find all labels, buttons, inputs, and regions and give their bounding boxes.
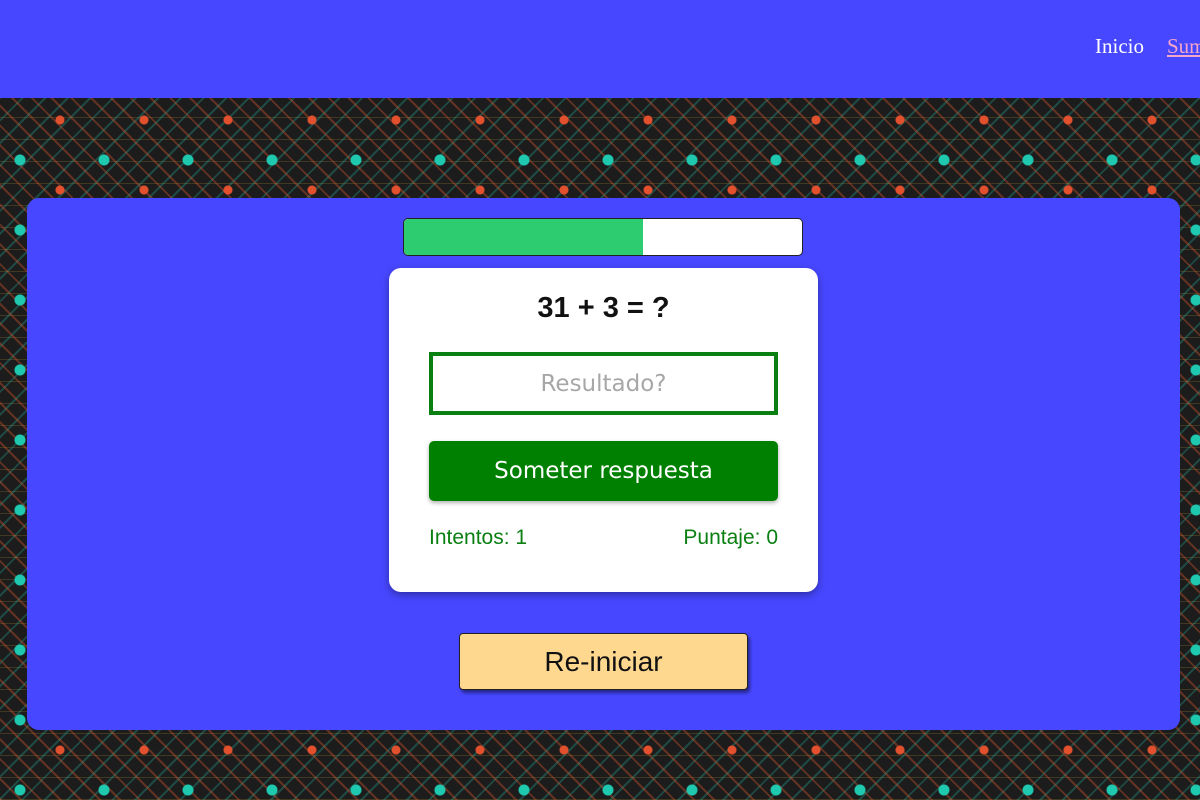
- top-navbar: Inicio Suma: [0, 0, 1200, 98]
- progress-bar-fill: [404, 219, 643, 255]
- question-text: 31 + 3 = ?: [537, 292, 670, 324]
- attempts-counter: Intentos: 1: [429, 526, 528, 549]
- progress-bar: [403, 218, 803, 256]
- stats-row: Intentos: 1 Puntaje: 0: [429, 526, 778, 550]
- nav-link-sum[interactable]: Suma: [1167, 34, 1200, 59]
- score-counter: Puntaje: 0: [683, 526, 778, 549]
- restart-button[interactable]: Re-iniciar: [459, 633, 748, 690]
- nav-link-home[interactable]: Inicio: [1095, 34, 1144, 59]
- submit-answer-button[interactable]: Someter respuesta: [429, 441, 778, 501]
- quiz-card: 31 + 3 = ? Someter respuesta Intentos: 1…: [389, 268, 818, 592]
- answer-input[interactable]: [429, 352, 778, 415]
